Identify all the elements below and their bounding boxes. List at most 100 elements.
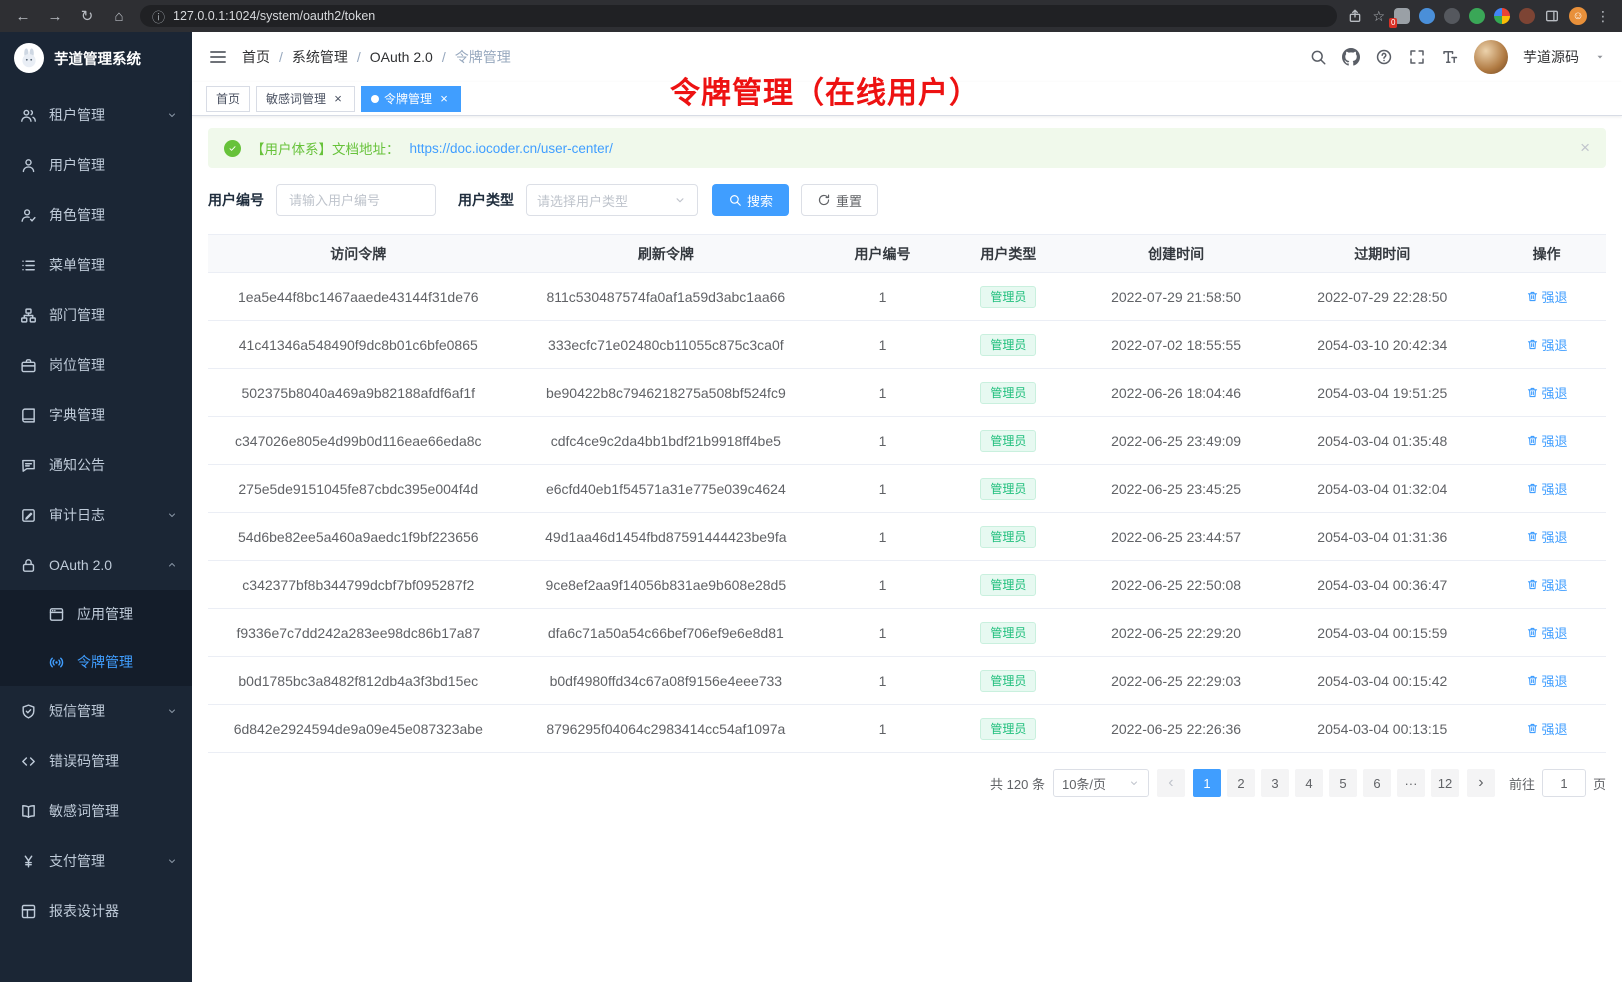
force-logout-button[interactable]: 强退 [1526,671,1568,690]
column-header: 过期时间 [1277,235,1487,273]
open-book-icon [20,803,37,820]
user-id-label: 用户编号 [208,190,264,210]
search-button[interactable]: 搜索 [712,184,789,216]
sidebar-item-oauth2-app[interactable]: 应用管理 [0,590,192,638]
sidebar-item-dict[interactable]: 字典管理 [0,390,192,440]
extension-icon[interactable] [1444,8,1460,24]
user-type-select[interactable]: 请选择用户类型 [526,184,698,216]
page-button-12[interactable]: 12 [1431,769,1459,797]
sidebar-item-tenant[interactable]: 租户管理 [0,90,192,140]
tab-首页[interactable]: 首页 [206,86,250,112]
sidebar-item-post[interactable]: 岗位管理 [0,340,192,390]
org-tree-icon [20,307,37,324]
extension-icon[interactable] [1519,8,1535,24]
help-icon[interactable] [1375,48,1393,66]
browser-menu-icon[interactable]: ⋮ [1596,8,1610,25]
next-page-button[interactable]: › [1467,769,1495,797]
force-logout-button[interactable]: 强退 [1526,479,1568,498]
access-token-cell: b0d1785bc3a8482f812db4a3f3bd15ec [208,657,509,705]
force-logout-button[interactable]: 强退 [1526,287,1568,306]
sidebar-item-sensitive-word[interactable]: 敏感词管理 [0,786,192,836]
search-icon[interactable] [1309,48,1327,66]
browser-profile-avatar[interactable]: ☺ [1569,7,1587,25]
access-token-cell: c342377bf8b344799dcbf7bf095287f2 [208,561,509,609]
page-button-1[interactable]: 1 [1193,769,1221,797]
force-logout-button[interactable]: 强退 [1526,575,1568,594]
breadcrumb-item[interactable]: 系统管理 [292,47,348,67]
page-button-3[interactable]: 3 [1261,769,1289,797]
app-logo[interactable]: 芋道管理系统 [0,32,192,84]
user-id-input[interactable] [276,184,436,216]
tab-令牌管理[interactable]: 令牌管理× [361,86,461,112]
sidebar-item-oauth2-token[interactable]: 令牌管理 [0,638,192,686]
home-icon[interactable]: ⌂ [108,8,130,25]
tab-敏感词管理[interactable]: 敏感词管理× [256,86,355,112]
sidebar-item-dept[interactable]: 部门管理 [0,290,192,340]
sidebar-item-notice[interactable]: 通知公告 [0,440,192,490]
sidebar-item-pay[interactable]: 支付管理 [0,836,192,886]
user-type-tag: 管理员 [980,478,1036,500]
pagination: 共 120 条 10条/页 ‹ 123456···12 › 前往 页 [208,769,1606,797]
force-logout-button[interactable]: 强退 [1526,527,1568,546]
alert-close-icon[interactable]: × [1580,138,1590,158]
address-bar[interactable]: ⓘ 127.0.0.1:1024/system/oauth2/token [140,5,1337,27]
page-button-6[interactable]: 6 [1363,769,1391,797]
page-ellipsis[interactable]: ··· [1397,769,1425,797]
doc-link[interactable]: https://doc.iocoder.cn/user-center/ [410,141,613,156]
breadcrumb-item[interactable]: OAuth 2.0 [370,49,433,65]
refresh-token-cell: be90422b8c7946218275a508bf524fc9 [509,369,824,417]
book-icon [20,407,37,424]
close-tab-icon[interactable]: × [331,91,345,106]
user-type-cell: 管理员 [942,321,1075,369]
sidebar-item-role[interactable]: 角色管理 [0,190,192,240]
action-cell: 强退 [1487,561,1606,609]
sidebar-item-error-code[interactable]: 错误码管理 [0,736,192,786]
reload-icon[interactable]: ↻ [76,7,98,25]
close-tab-icon[interactable]: × [437,91,451,106]
force-logout-button[interactable]: 强退 [1526,431,1568,450]
user-name[interactable]: 芋道源码 [1523,47,1579,67]
user-id-cell: 1 [823,561,942,609]
share-icon[interactable] [1347,8,1363,24]
caret-down-icon[interactable] [1594,51,1606,63]
site-info-icon[interactable]: ⓘ [152,7,165,26]
user-avatar[interactable] [1474,40,1508,74]
font-size-icon[interactable] [1441,48,1459,66]
sidebar-item-oauth2[interactable]: OAuth 2.0 [0,540,192,590]
sidebar-toggle-icon[interactable] [208,47,228,67]
users-icon [20,107,37,124]
extensions-puzzle-icon[interactable] [1494,8,1510,24]
goto-page-input[interactable] [1542,769,1586,797]
force-logout-button[interactable]: 强退 [1526,335,1568,354]
sidebar-item-audit-log[interactable]: 审计日志 [0,490,192,540]
page-button-2[interactable]: 2 [1227,769,1255,797]
extension-icon[interactable] [1419,8,1435,24]
success-alert: 【用户体系】文档地址： https://doc.iocoder.cn/user-… [208,128,1606,168]
force-logout-label: 强退 [1542,335,1568,354]
breadcrumb-item[interactable]: 首页 [242,47,270,67]
side-panel-icon[interactable] [1544,8,1560,24]
extension-icon[interactable]: 0 [1394,8,1410,24]
sidebar-item-report-designer[interactable]: 报表设计器 [0,886,192,936]
forward-icon[interactable]: → [44,8,66,25]
prev-page-button[interactable]: ‹ [1157,769,1185,797]
bookmark-star-icon[interactable]: ☆ [1372,8,1385,25]
page-button-4[interactable]: 4 [1295,769,1323,797]
action-cell: 强退 [1487,369,1606,417]
back-icon[interactable]: ← [12,8,34,25]
table-row: 54d6be82ee5a460a9aedc1f9bf22365649d1aa46… [208,513,1606,561]
sidebar-item-user[interactable]: 用户管理 [0,140,192,190]
user-check-icon [20,207,37,224]
user-type-tag: 管理员 [980,670,1036,692]
page-size-select[interactable]: 10条/页 [1053,769,1149,797]
sidebar-item-sms[interactable]: 短信管理 [0,686,192,736]
github-icon[interactable] [1342,48,1360,66]
force-logout-button[interactable]: 强退 [1526,623,1568,642]
page-button-5[interactable]: 5 [1329,769,1357,797]
reset-button[interactable]: 重置 [801,184,878,216]
force-logout-button[interactable]: 强退 [1526,719,1568,738]
extension-icon[interactable] [1469,8,1485,24]
force-logout-button[interactable]: 强退 [1526,383,1568,402]
sidebar-item-menu[interactable]: 菜单管理 [0,240,192,290]
fullscreen-icon[interactable] [1408,48,1426,66]
